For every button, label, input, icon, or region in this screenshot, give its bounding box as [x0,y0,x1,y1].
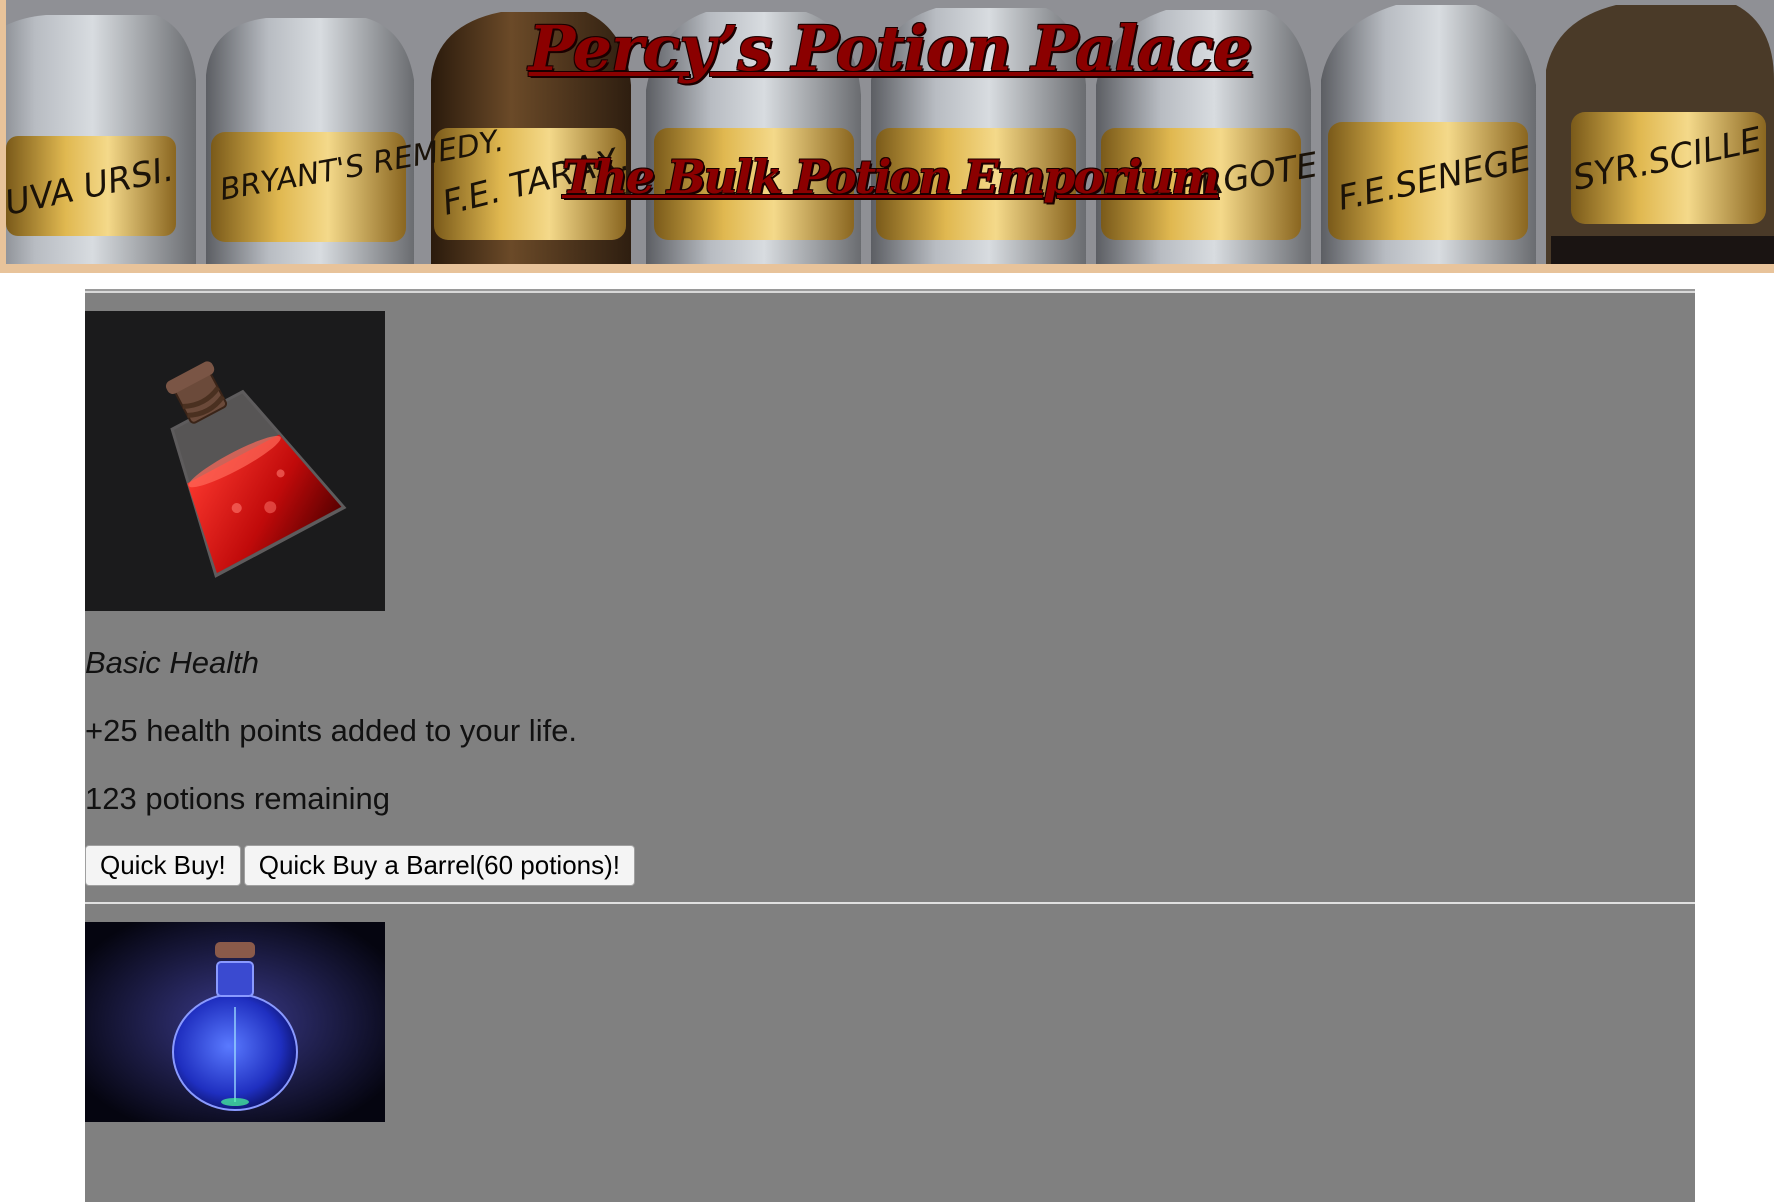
header-banner: UVA URSI. BRYANT'S REMEDY. F.E. TARAX. E… [0,0,1774,273]
banner-image: UVA URSI. BRYANT'S REMEDY. F.E. TARAX. E… [6,0,1774,264]
quick-buy-barrel-button[interactable]: Quick Buy a Barrel(60 potions)! [243,845,635,886]
product-card [85,902,1695,1202]
site-subtitle: The Bulk Potion Emporium [562,150,1220,204]
blue-mana-potion-icon [85,922,385,1122]
quick-buy-button[interactable]: Quick Buy! [85,845,241,886]
red-health-potion-icon [85,311,385,611]
site-title: Percy’s Potion Palace [528,12,1253,85]
product-list: Basic Health +25 health points added to … [85,289,1695,1202]
product-stock: 123 potions remaining [85,781,391,816]
product-actions: Quick Buy! Quick Buy a Barrel(60 potions… [85,845,1695,886]
product-name: Basic Health [85,645,260,680]
product-description: +25 health points added to your life. [85,713,578,748]
product-card: Basic Health +25 health points added to … [85,291,1695,902]
